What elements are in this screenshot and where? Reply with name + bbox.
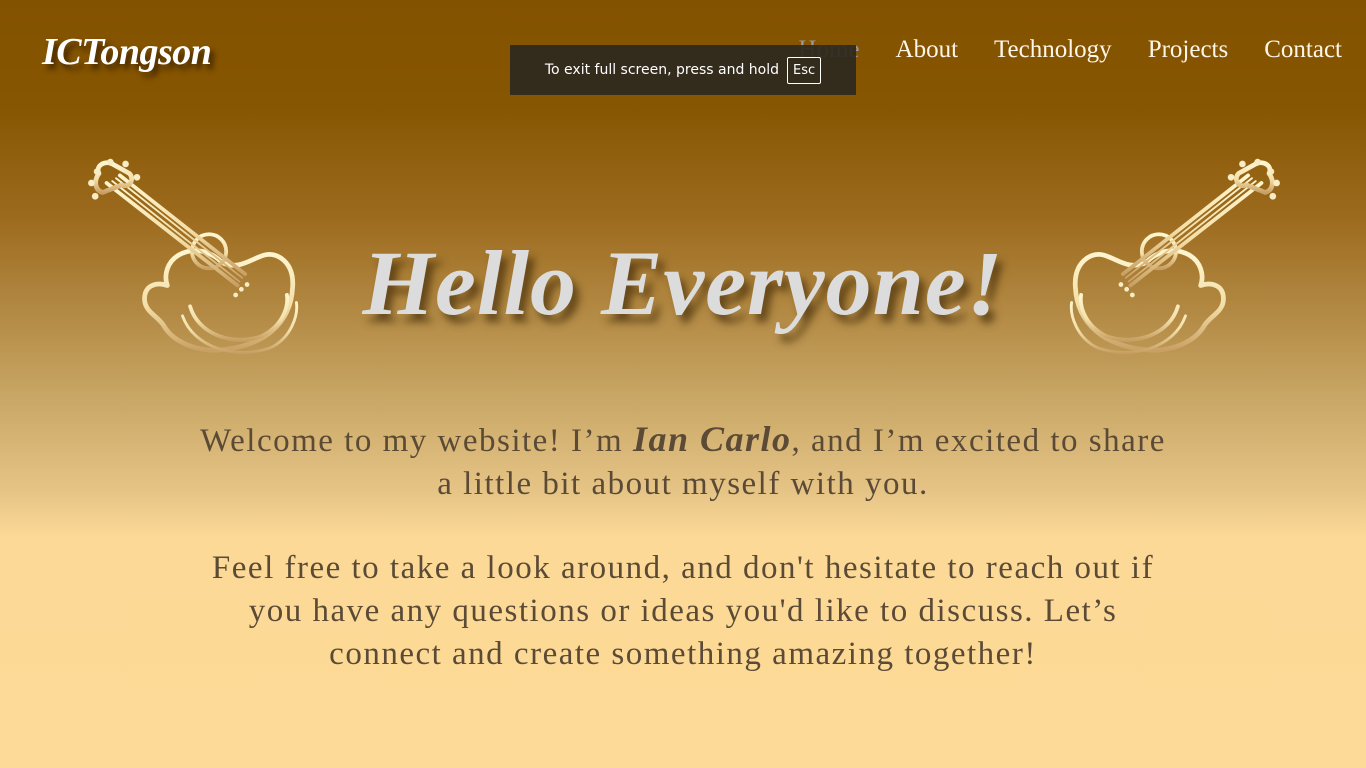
invitation-paragraph: Feel free to take a look around, and don… (211, 550, 1155, 672)
nav-link-technology[interactable]: Technology (994, 36, 1112, 64)
welcome-text-start: Welcome to my website! I’m (200, 423, 633, 459)
welcome-paragraph: Welcome to my website! I’m Ian Carlo, an… (200, 418, 1166, 506)
fullscreen-exit-notice: To exit full screen, press and hold Esc (510, 45, 856, 95)
main-nav: Home About Technology Projects Contact (798, 36, 1342, 64)
nav-link-projects[interactable]: Projects (1148, 36, 1229, 64)
site-logo-text[interactable]: ICTongson (42, 30, 212, 74)
hero-title: Hello Everyone! (362, 232, 1004, 334)
nav-link-contact[interactable]: Contact (1264, 36, 1342, 64)
fullscreen-notice-text: To exit full screen, press and hold (544, 62, 779, 78)
esc-key-badge: Esc (787, 56, 822, 84)
owner-name: Ian Carlo (632, 419, 792, 459)
nav-link-about[interactable]: About (896, 36, 959, 64)
